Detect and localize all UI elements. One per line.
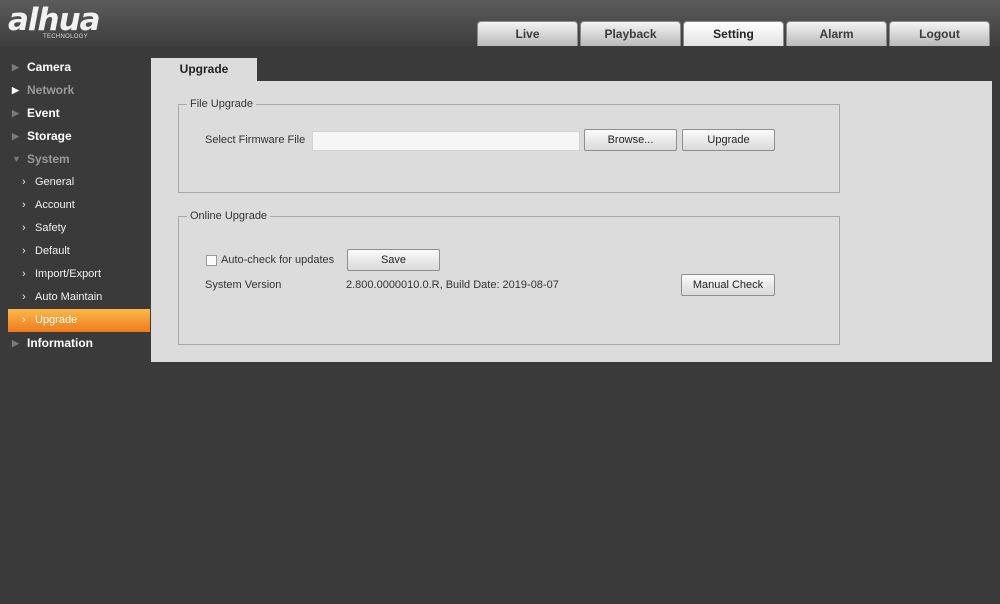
manual-check-button[interactable]: Manual Check	[681, 274, 775, 296]
sidebar-item-label: System	[27, 152, 70, 166]
sidebar-item-default[interactable]: › Default	[0, 240, 150, 263]
sidebar-item-camera[interactable]: ▶ Camera	[0, 56, 150, 79]
sidebar-item-label: Network	[27, 83, 75, 97]
expand-arrow-icon: ▶	[12, 85, 19, 95]
sidebar-item-label: Import/Export	[35, 268, 102, 280]
sidebar-item-label: Auto Maintain	[35, 291, 103, 303]
sidebar-item-import-export[interactable]: › Import/Export	[0, 263, 150, 286]
sidebar-item-label: Default	[35, 245, 70, 257]
page-tab-upgrade[interactable]: Upgrade	[151, 58, 257, 81]
sidebar-item-label: Account	[35, 199, 75, 211]
sidebar-item-general[interactable]: › General	[0, 171, 150, 194]
logo-wordmark: alhua	[8, 2, 101, 38]
tab-logout[interactable]: Logout	[889, 21, 990, 46]
expand-arrow-icon: ▶	[12, 108, 19, 118]
sidebar-nav: ▶ Camera ▶ Network ▶ Event ▶ Storage ▼ S…	[0, 56, 150, 355]
chevron-right-icon: ›	[22, 314, 26, 326]
file-upgrade-group: File Upgrade Select Firmware File Browse…	[178, 98, 840, 193]
chevron-right-icon: ›	[22, 176, 26, 188]
sidebar-item-upgrade[interactable]: › Upgrade	[8, 309, 150, 332]
sidebar-item-safety[interactable]: › Safety	[0, 217, 150, 240]
tab-alarm[interactable]: Alarm	[786, 21, 887, 46]
chevron-right-icon: ›	[22, 199, 26, 211]
dahua-logo: alhua TECHNOLOGY	[8, 2, 134, 44]
save-button[interactable]: Save	[347, 249, 440, 271]
sidebar-item-auto-maintain[interactable]: › Auto Maintain	[0, 286, 150, 309]
sidebar-item-account[interactable]: › Account	[0, 194, 150, 217]
sidebar-item-event[interactable]: ▶ Event	[0, 102, 150, 125]
tab-playback[interactable]: Playback	[580, 21, 681, 46]
chevron-right-icon: ›	[22, 268, 26, 280]
auto-check-checkbox[interactable]	[206, 255, 217, 266]
system-version-label: System Version	[205, 279, 282, 291]
sidebar-item-label: Camera	[27, 60, 72, 74]
tab-setting[interactable]: Setting	[683, 21, 784, 46]
sidebar-item-information[interactable]: ▶ Information	[0, 332, 150, 355]
sidebar-item-label: Upgrade	[35, 314, 78, 326]
browse-button[interactable]: Browse...	[584, 129, 677, 151]
online-upgrade-group: Online Upgrade Auto-check for updates Sa…	[178, 210, 840, 345]
collapse-arrow-icon: ▼	[12, 154, 21, 164]
sidebar-item-label: General	[35, 176, 75, 188]
select-firmware-label: Select Firmware File	[205, 134, 306, 146]
upgrade-panel: File Upgrade Select Firmware File Browse…	[151, 81, 992, 362]
chevron-right-icon: ›	[22, 245, 26, 257]
expand-arrow-icon: ▶	[12, 131, 19, 141]
sidebar-item-storage[interactable]: ▶ Storage	[0, 125, 150, 148]
sidebar-item-label: Information	[27, 336, 93, 350]
sidebar-item-label: Event	[27, 106, 60, 120]
logo-tagline: TECHNOLOGY	[43, 34, 89, 40]
top-header: alhua TECHNOLOGY Live Playback Setting A…	[0, 0, 1000, 47]
expand-arrow-icon: ▶	[12, 338, 19, 348]
system-version-value: 2.800.0000010.0.R, Build Date: 2019-08-0…	[346, 279, 559, 291]
online-upgrade-legend: Online Upgrade	[187, 210, 271, 223]
chevron-right-icon: ›	[22, 222, 26, 234]
chevron-right-icon: ›	[22, 291, 26, 303]
upgrade-button[interactable]: Upgrade	[682, 129, 775, 151]
sidebar-item-label: Storage	[27, 129, 72, 143]
auto-check-label: Auto-check for updates	[221, 254, 335, 266]
firmware-file-input[interactable]	[312, 131, 580, 151]
sidebar-item-label: Safety	[35, 222, 67, 234]
sidebar-item-network[interactable]: ▶ Network	[0, 79, 150, 102]
expand-arrow-icon: ▶	[12, 62, 19, 72]
tab-live[interactable]: Live	[477, 21, 578, 46]
file-upgrade-legend: File Upgrade	[187, 98, 256, 111]
sidebar-item-system[interactable]: ▼ System	[0, 148, 150, 171]
